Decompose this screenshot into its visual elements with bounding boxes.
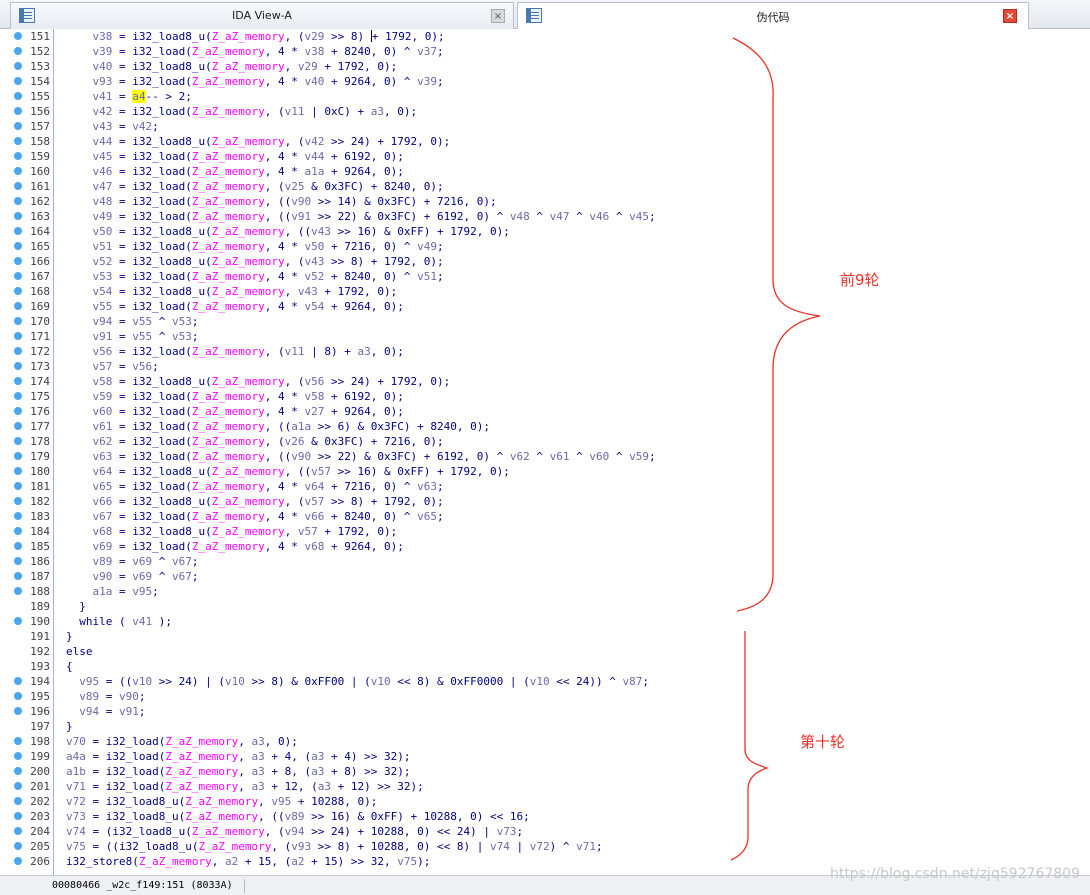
annotation-tenth-round: 第十轮 [800, 733, 846, 751]
tab-ida-view-a[interactable]: IDA View-A × [10, 2, 514, 29]
close-icon[interactable]: × [1003, 9, 1017, 23]
pseudocode-editor[interactable]: 151 v38 = i32_load8_u(Z_aZ_memory, (v29 … [0, 29, 1090, 875]
tab-label: 伪代码 [756, 11, 790, 24]
tab-pseudocode[interactable]: 伪代码 × [517, 2, 1029, 30]
status-separator [244, 879, 245, 893]
brace-tenth-round [730, 631, 770, 861]
tab-label: IDA View-A [232, 9, 292, 22]
annotation-braces [730, 37, 821, 861]
annotation-first-nine-rounds: 前9轮 [840, 271, 880, 289]
tab-bar: IDA View-A × 伪代码 × [0, 0, 1090, 30]
status-location: 00080466 _w2c_f149:151 (8033A) [52, 880, 233, 891]
watermark: https://blog.csdn.net/zjq592767809 [829, 866, 1080, 882]
brace-first-nine-rounds [732, 37, 821, 612]
close-icon[interactable]: × [491, 9, 505, 23]
